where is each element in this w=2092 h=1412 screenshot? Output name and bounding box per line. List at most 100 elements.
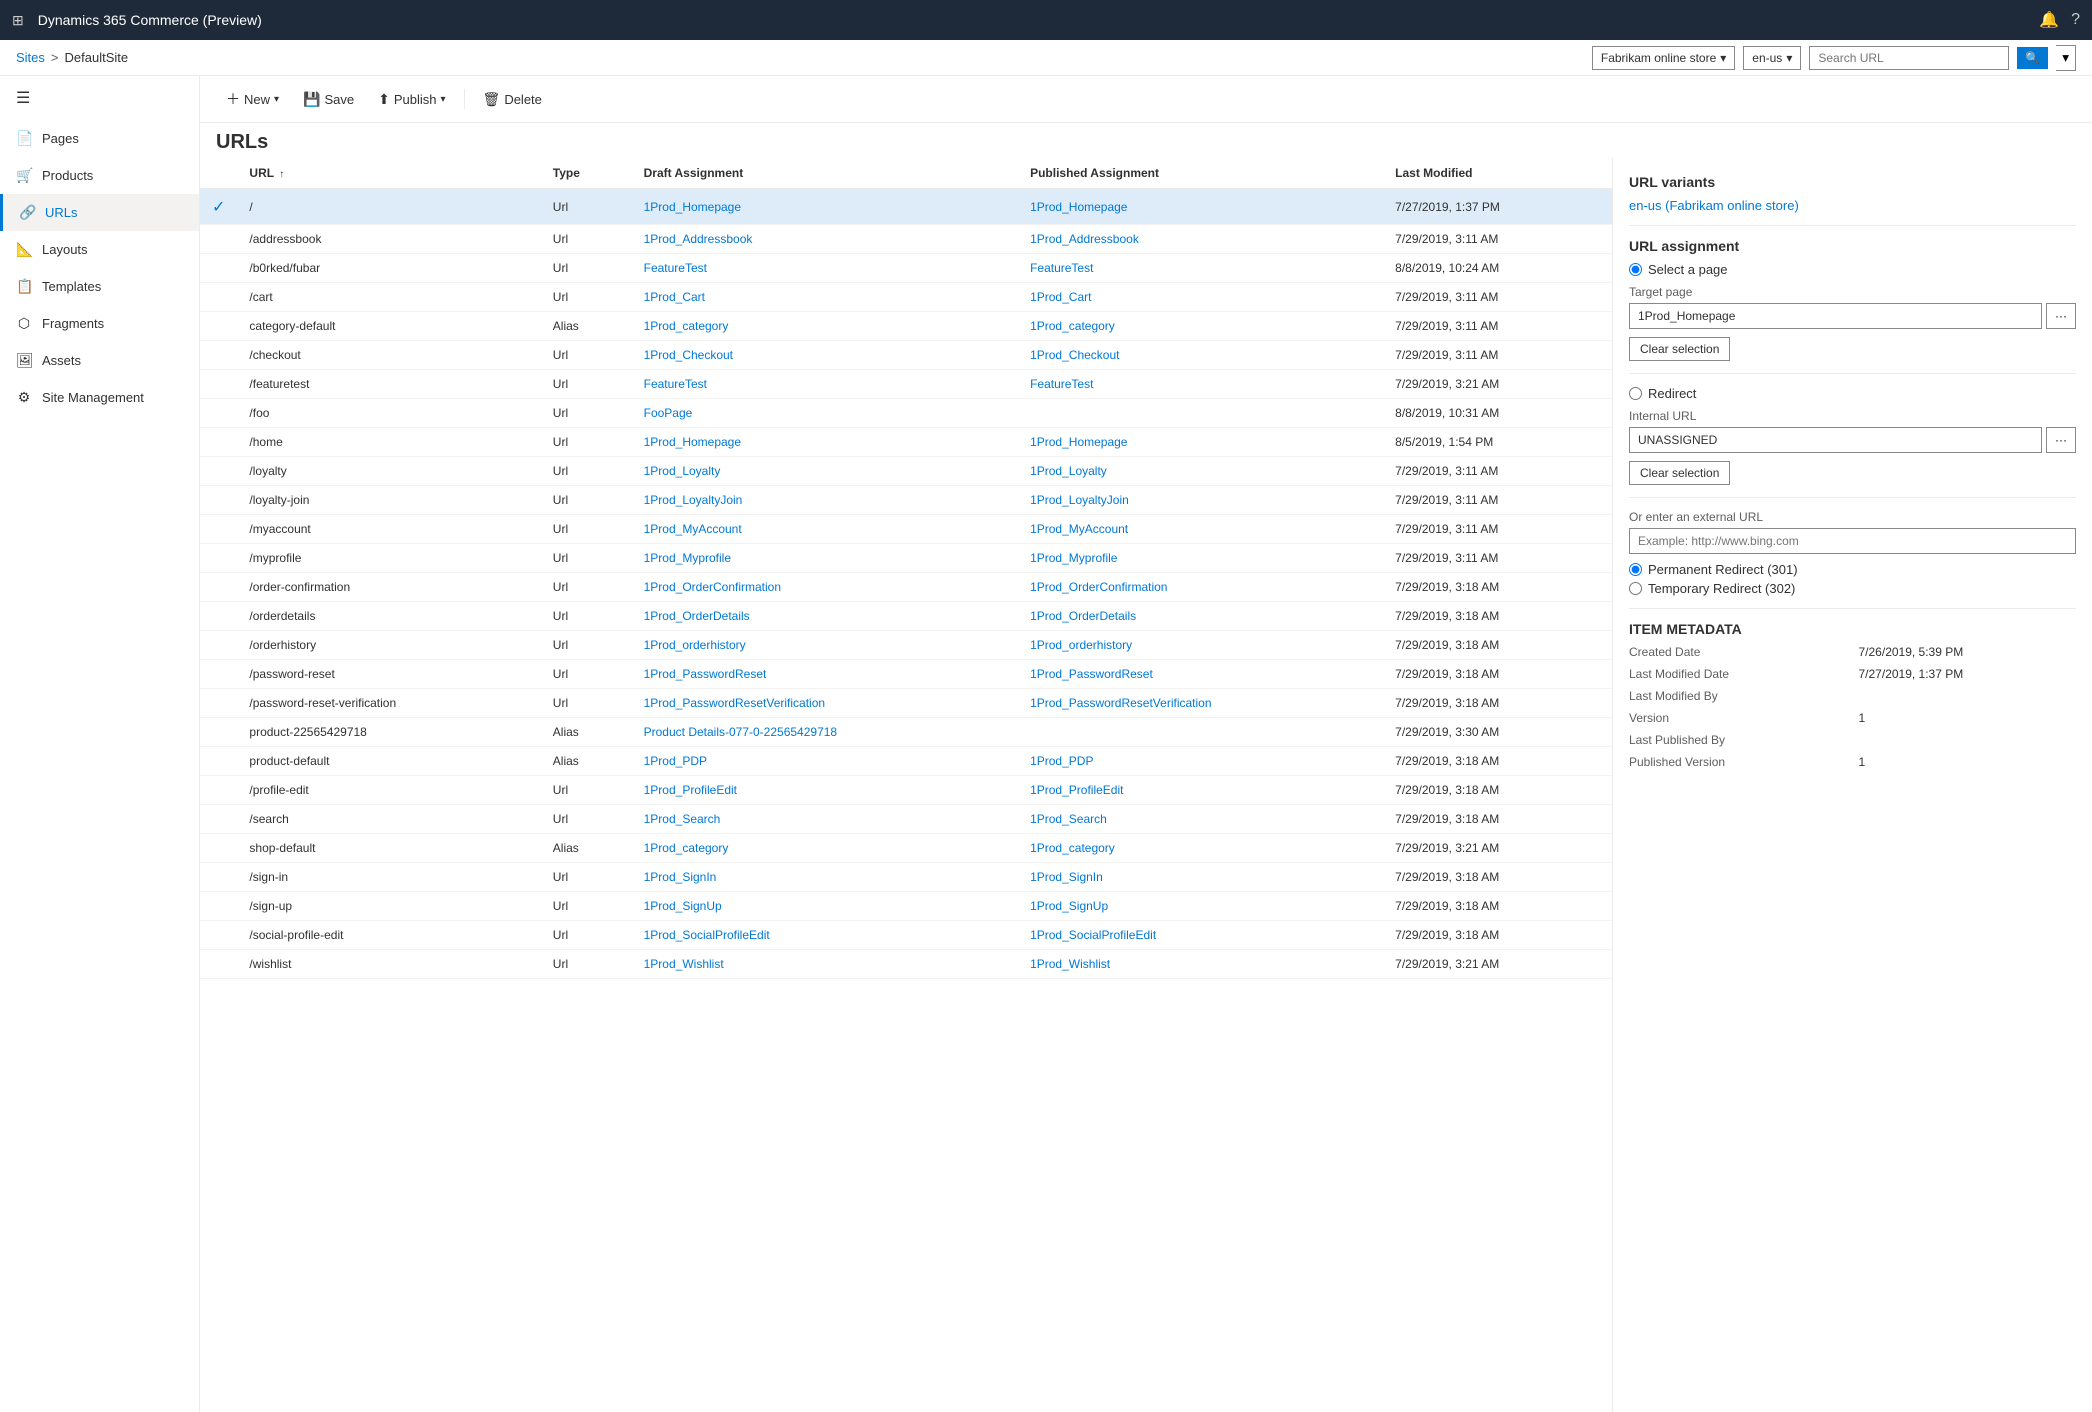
draft-cell[interactable]: 1Prod_LoyaltyJoin <box>632 486 1018 515</box>
published-cell[interactable]: 1Prod_ProfileEdit <box>1018 776 1383 805</box>
sidebar-item-layouts[interactable]: 📐 Layouts <box>0 231 199 268</box>
table-row[interactable]: /addressbookUrl1Prod_Addressbook1Prod_Ad… <box>200 225 1612 254</box>
redirect-radio[interactable] <box>1629 387 1642 400</box>
draft-cell[interactable]: 1Prod_Wishlist <box>632 950 1018 979</box>
draft-cell[interactable]: 1Prod_Addressbook <box>632 225 1018 254</box>
table-row[interactable]: /orderdetailsUrl1Prod_OrderDetails1Prod_… <box>200 602 1612 631</box>
table-row[interactable]: /sign-upUrl1Prod_SignUp1Prod_SignUp7/29/… <box>200 892 1612 921</box>
table-row[interactable]: /featuretestUrlFeatureTestFeatureTest7/2… <box>200 370 1612 399</box>
url-variant-link[interactable]: en-us (Fabrikam online store) <box>1629 198 1799 213</box>
temporary-redirect-label[interactable]: Temporary Redirect (302) <box>1629 581 2076 596</box>
published-link[interactable]: 1Prod_Wishlist <box>1030 957 1110 971</box>
published-link[interactable]: FeatureTest <box>1030 377 1093 391</box>
published-link[interactable]: 1Prod_PasswordResetVerification <box>1030 696 1211 710</box>
save-button[interactable]: 💾 Save <box>293 86 364 113</box>
draft-link[interactable]: FeatureTest <box>644 377 707 391</box>
sidebar-item-products[interactable]: 🛒 Products <box>0 157 199 194</box>
draft-link[interactable]: 1Prod_SignIn <box>644 870 717 884</box>
published-link[interactable]: 1Prod_Addressbook <box>1030 232 1139 246</box>
published-link[interactable]: 1Prod_OrderConfirmation <box>1030 580 1167 594</box>
permanent-redirect-radio[interactable] <box>1629 563 1642 576</box>
published-cell[interactable]: 1Prod_Cart <box>1018 283 1383 312</box>
table-row[interactable]: ✓/Url1Prod_Homepage1Prod_Homepage7/27/20… <box>200 189 1612 225</box>
sidebar-item-fragments[interactable]: ⬡ Fragments <box>0 305 199 342</box>
col-draft[interactable]: Draft Assignment <box>632 158 1018 189</box>
published-link[interactable]: 1Prod_SignUp <box>1030 899 1108 913</box>
draft-cell[interactable]: 1Prod_Myprofile <box>632 544 1018 573</box>
draft-cell[interactable]: 1Prod_PDP <box>632 747 1018 776</box>
published-link[interactable]: 1Prod_orderhistory <box>1030 638 1132 652</box>
published-cell[interactable]: 1Prod_category <box>1018 312 1383 341</box>
table-row[interactable]: /searchUrl1Prod_Search1Prod_Search7/29/2… <box>200 805 1612 834</box>
draft-cell[interactable]: 1Prod_Loyalty <box>632 457 1018 486</box>
draft-link[interactable]: FooPage <box>644 406 693 420</box>
draft-link[interactable]: 1Prod_SocialProfileEdit <box>644 928 770 942</box>
published-link[interactable]: 1Prod_PasswordReset <box>1030 667 1153 681</box>
table-row[interactable]: /order-confirmationUrl1Prod_OrderConfirm… <box>200 573 1612 602</box>
published-link[interactable]: 1Prod_SocialProfileEdit <box>1030 928 1156 942</box>
sites-link[interactable]: Sites <box>16 50 45 65</box>
sidebar-item-urls[interactable]: 🔗 URLs <box>0 194 199 231</box>
draft-link[interactable]: 1Prod_PDP <box>644 754 707 768</box>
draft-link[interactable]: 1Prod_PasswordResetVerification <box>644 696 825 710</box>
draft-link[interactable]: 1Prod_category <box>644 841 729 855</box>
published-link[interactable]: 1Prod_category <box>1030 319 1115 333</box>
draft-cell[interactable]: 1Prod_SignUp <box>632 892 1018 921</box>
draft-cell[interactable]: 1Prod_SignIn <box>632 863 1018 892</box>
draft-cell[interactable]: 1Prod_PasswordReset <box>632 660 1018 689</box>
table-row[interactable]: /password-resetUrl1Prod_PasswordReset1Pr… <box>200 660 1612 689</box>
published-cell[interactable] <box>1018 399 1383 428</box>
draft-link[interactable]: 1Prod_Loyalty <box>644 464 721 478</box>
target-page-dots-button[interactable]: ··· <box>2046 303 2076 329</box>
published-cell[interactable]: 1Prod_Search <box>1018 805 1383 834</box>
table-row[interactable]: /password-reset-verificationUrl1Prod_Pas… <box>200 689 1612 718</box>
published-link[interactable]: 1Prod_LoyaltyJoin <box>1030 493 1129 507</box>
new-dropdown-arrow[interactable]: ▾ <box>274 94 279 105</box>
draft-cell[interactable]: 1Prod_Search <box>632 805 1018 834</box>
table-row[interactable]: /cartUrl1Prod_Cart1Prod_Cart7/29/2019, 3… <box>200 283 1612 312</box>
search-url-input[interactable] <box>1818 51 1958 65</box>
publish-button[interactable]: ⬆ Publish ▾ <box>368 86 455 113</box>
published-cell[interactable]: 1Prod_PasswordResetVerification <box>1018 689 1383 718</box>
col-url[interactable]: URL ↑ <box>237 158 540 189</box>
draft-link[interactable]: 1Prod_MyAccount <box>644 522 742 536</box>
published-cell[interactable]: 1Prod_Checkout <box>1018 341 1383 370</box>
draft-link[interactable]: 1Prod_OrderConfirmation <box>644 580 781 594</box>
internal-url-input[interactable] <box>1629 427 2042 453</box>
table-row[interactable]: product-defaultAlias1Prod_PDP1Prod_PDP7/… <box>200 747 1612 776</box>
draft-cell[interactable]: 1Prod_SocialProfileEdit <box>632 921 1018 950</box>
draft-cell[interactable]: 1Prod_MyAccount <box>632 515 1018 544</box>
col-published[interactable]: Published Assignment <box>1018 158 1383 189</box>
draft-link[interactable]: 1Prod_Cart <box>644 290 705 304</box>
published-cell[interactable]: 1Prod_PasswordReset <box>1018 660 1383 689</box>
draft-link[interactable]: 1Prod_SignUp <box>644 899 722 913</box>
draft-link[interactable]: 1Prod_Addressbook <box>644 232 753 246</box>
table-row[interactable]: /wishlistUrl1Prod_Wishlist1Prod_Wishlist… <box>200 950 1612 979</box>
clear-selection-1-button[interactable]: Clear selection <box>1629 337 1730 361</box>
published-cell[interactable]: 1Prod_Wishlist <box>1018 950 1383 979</box>
published-cell[interactable]: 1Prod_Addressbook <box>1018 225 1383 254</box>
draft-link[interactable]: 1Prod_Homepage <box>644 200 741 214</box>
table-row[interactable]: /profile-editUrl1Prod_ProfileEdit1Prod_P… <box>200 776 1612 805</box>
internal-url-dots-button[interactable]: ··· <box>2046 427 2076 453</box>
published-link[interactable]: 1Prod_SignIn <box>1030 870 1103 884</box>
table-row[interactable]: /myprofileUrl1Prod_Myprofile1Prod_Myprof… <box>200 544 1612 573</box>
table-row[interactable]: /loyalty-joinUrl1Prod_LoyaltyJoin1Prod_L… <box>200 486 1612 515</box>
published-cell[interactable]: 1Prod_SocialProfileEdit <box>1018 921 1383 950</box>
notification-icon[interactable]: 🔔 <box>2039 10 2059 30</box>
table-row[interactable]: product-22565429718AliasProduct Details-… <box>200 718 1612 747</box>
table-row[interactable]: /b0rked/fubarUrlFeatureTestFeatureTest8/… <box>200 254 1612 283</box>
sidebar-item-site-management[interactable]: ⚙ Site Management <box>0 379 199 416</box>
published-cell[interactable]: 1Prod_MyAccount <box>1018 515 1383 544</box>
table-row[interactable]: /fooUrlFooPage8/8/2019, 10:31 AM <box>200 399 1612 428</box>
published-link[interactable]: 1Prod_Search <box>1030 812 1107 826</box>
published-link[interactable]: 1Prod_Checkout <box>1030 348 1119 362</box>
published-cell[interactable]: 1Prod_orderhistory <box>1018 631 1383 660</box>
published-cell[interactable]: 1Prod_Myprofile <box>1018 544 1383 573</box>
table-row[interactable]: /sign-inUrl1Prod_SignIn1Prod_SignIn7/29/… <box>200 863 1612 892</box>
draft-cell[interactable]: 1Prod_Homepage <box>632 428 1018 457</box>
draft-link[interactable]: 1Prod_Wishlist <box>644 957 724 971</box>
help-icon[interactable]: ? <box>2071 11 2080 29</box>
redirect-radio-label[interactable]: Redirect <box>1629 386 2076 401</box>
lang-selector[interactable]: en-us ▾ <box>1743 46 1801 70</box>
